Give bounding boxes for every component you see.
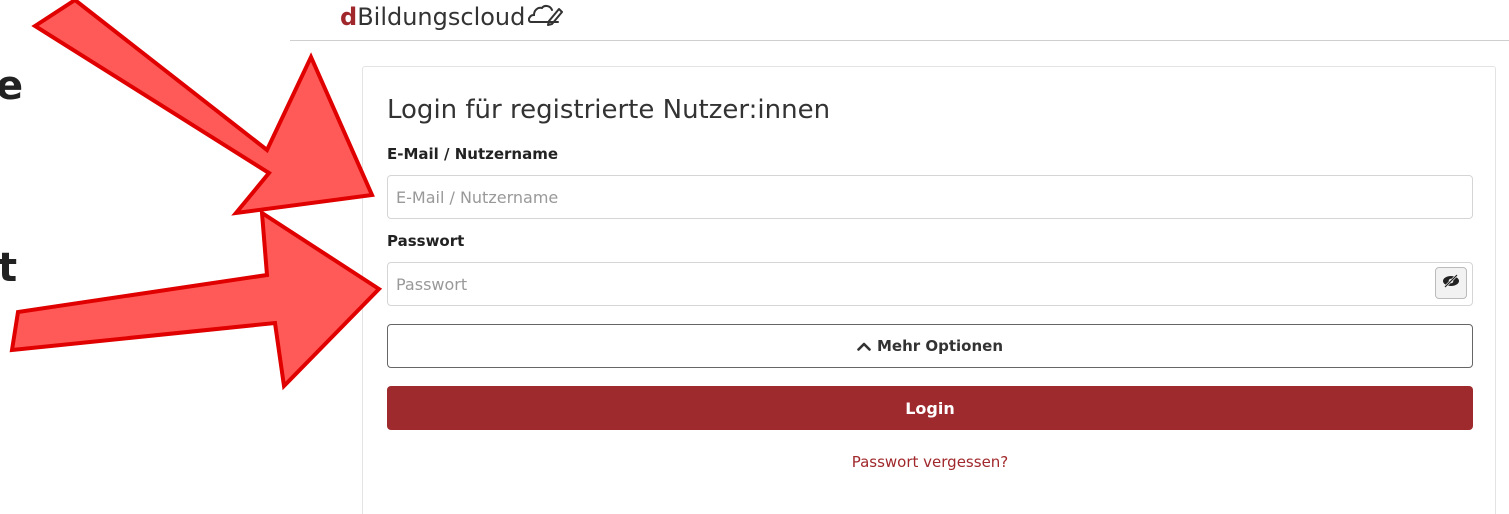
screenshot-stage: e t d Bildungscloud Login für registriert… — [0, 0, 1509, 514]
more-options-label: Mehr Optionen — [876, 337, 1004, 355]
chevron-up-icon — [857, 337, 871, 355]
email-input[interactable] — [387, 175, 1473, 219]
logo-wordmark: Bildungscloud — [357, 3, 526, 31]
site-header: d Bildungscloud — [290, 0, 1509, 41]
annotation-arrow-password — [9, 209, 383, 391]
eye-slash-icon — [1442, 273, 1460, 293]
login-card: Login für registrierte Nutzer:innen E-Ma… — [362, 66, 1496, 514]
password-input[interactable] — [387, 262, 1473, 306]
login-title: Login für registrierte Nutzer:innen — [387, 95, 831, 125]
email-label: E-Mail / Nutzername — [387, 145, 559, 163]
logo-d-letter: d — [340, 3, 358, 31]
cropped-annotation-text-bottom: t — [0, 245, 18, 291]
cropped-annotation-text-top: e — [0, 63, 24, 109]
login-button-label: Login — [905, 398, 955, 418]
login-button[interactable]: Login — [387, 386, 1473, 430]
brand-logo[interactable]: d Bildungscloud — [340, 2, 564, 32]
cloud-pencil-icon — [528, 2, 564, 32]
password-label: Passwort — [387, 232, 465, 250]
more-options-button[interactable]: Mehr Optionen — [387, 324, 1473, 368]
password-visibility-toggle[interactable] — [1435, 267, 1467, 299]
forgot-password-link[interactable]: Passwort vergessen? — [387, 453, 1473, 471]
